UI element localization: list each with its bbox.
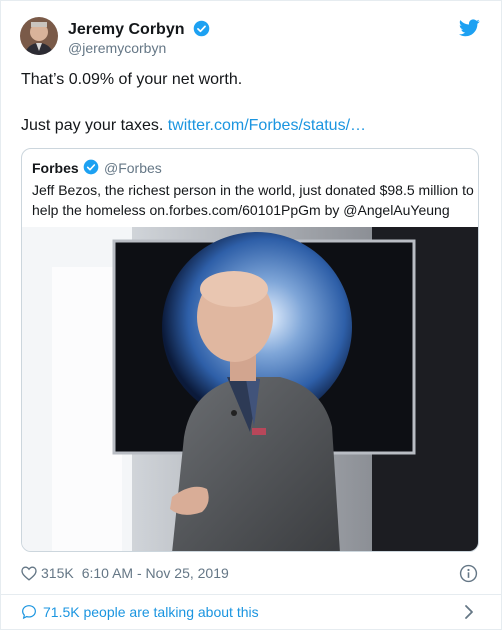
tweet-link[interactable]: twitter.com/Forbes/status/… xyxy=(168,117,366,134)
quoted-tweet[interactable]: Forbes @Forbes Jeff Bezos, the richest p… xyxy=(21,148,479,552)
talking-text: 71.5K people are talking about this xyxy=(43,604,259,620)
verified-badge-icon xyxy=(193,20,210,37)
likes-row: 315K 6:10 AM - Nov 25, 2019 xyxy=(21,565,229,581)
chevron-right-icon[interactable] xyxy=(464,604,474,620)
quoted-author-handle[interactable]: @Forbes xyxy=(104,160,162,176)
comment-bubble-icon xyxy=(22,605,36,620)
likes-count[interactable]: 315K xyxy=(41,565,74,581)
avatar[interactable] xyxy=(20,17,58,55)
tweet-text: Just pay your taxes. xyxy=(21,117,168,134)
twitter-bird-icon[interactable] xyxy=(459,19,480,37)
divider xyxy=(1,594,502,595)
heart-icon[interactable] xyxy=(21,565,37,581)
verified-badge-icon xyxy=(83,159,99,175)
timestamp[interactable]: 6:10 AM - Nov 25, 2019 xyxy=(82,565,229,581)
author-name[interactable]: Jeremy Corbyn xyxy=(68,20,210,39)
info-icon[interactable] xyxy=(459,564,478,583)
author-handle[interactable]: @jeremycorbyn xyxy=(68,40,166,56)
quoted-tweet-text: Jeff Bezos, the richest person in the wo… xyxy=(32,182,474,218)
talking-link[interactable]: 71.5K people are talking about this xyxy=(21,604,259,620)
quoted-photo[interactable] xyxy=(22,227,479,552)
tweet-text-line1: That’s 0.09% of your net worth. xyxy=(21,71,243,88)
tweet-embed: Jeremy Corbyn @jeremycorbyn That’s 0.09%… xyxy=(0,0,502,630)
tweet-text-line2: Just pay your taxes. twitter.com/Forbes/… xyxy=(21,117,366,135)
quoted-author-name[interactable]: Forbes xyxy=(32,160,79,176)
